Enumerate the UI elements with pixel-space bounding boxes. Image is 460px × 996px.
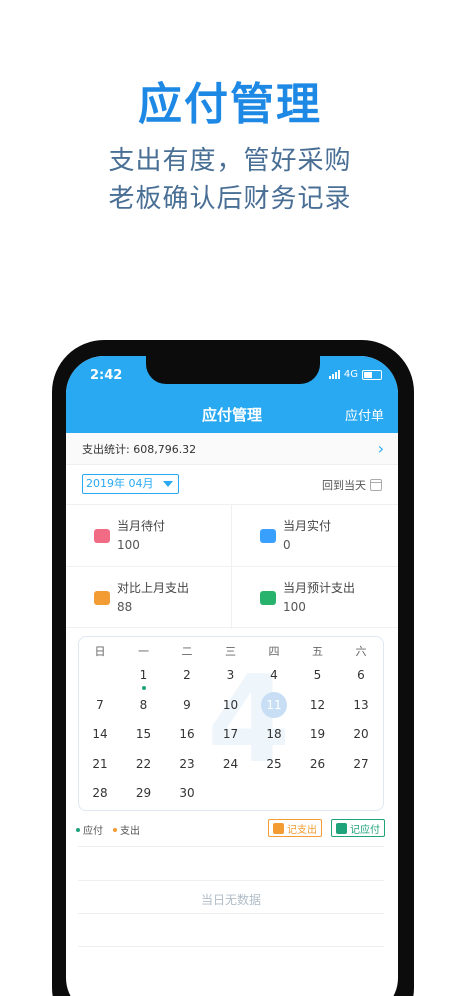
stat-label: 当月待付 xyxy=(117,519,166,533)
divider xyxy=(78,913,384,914)
cash-icon xyxy=(260,591,276,605)
calendar-day[interactable]: 24 xyxy=(216,752,246,776)
network-label: 4G xyxy=(343,369,358,380)
weekday-header: 三 xyxy=(225,645,236,658)
expense-summary-row[interactable]: 支出统计: 608,796.32 › xyxy=(66,433,398,465)
stat-expected-this-month[interactable]: 当月预计支出 100 xyxy=(232,567,398,629)
calendar-day[interactable]: 30 xyxy=(172,781,202,805)
calendar-day[interactable]: 18 xyxy=(259,722,289,746)
chevron-right-icon: › xyxy=(377,439,384,458)
signal-icon xyxy=(328,370,340,379)
calendar-day[interactable]: 9 xyxy=(172,693,202,717)
calendar-day[interactable]: 14 xyxy=(85,722,115,746)
calendar-day[interactable]: 27 xyxy=(346,752,376,776)
stat-label: 对比上月支出 xyxy=(117,581,190,595)
calendar-day[interactable]: 2 xyxy=(172,663,202,687)
calendar-day[interactable]: 17 xyxy=(216,722,246,746)
calendar-day[interactable]: 8 xyxy=(129,693,159,717)
wallet-icon xyxy=(94,529,110,543)
record-expense-button[interactable]: 记支出 xyxy=(268,819,322,837)
record-payable-label: 记应付 xyxy=(350,824,380,836)
weekday-header: 五 xyxy=(312,645,323,658)
calendar-day[interactable]: 26 xyxy=(303,752,333,776)
stat-value: 100 xyxy=(283,600,306,614)
alarm-clock-icon xyxy=(336,822,347,834)
calendar-icon xyxy=(370,479,382,491)
payable-marker-dot xyxy=(141,686,146,690)
hero-title: 应付管理 xyxy=(138,79,322,130)
money-bag-icon xyxy=(94,591,110,605)
stat-label: 当月预计支出 xyxy=(283,581,356,595)
weekday-header: 日 xyxy=(94,645,106,658)
calendar-day[interactable]: 13 xyxy=(346,693,376,717)
stat-paid-this-month[interactable]: 当月实付 0 xyxy=(232,505,398,567)
weekday-header: 六 xyxy=(355,645,367,658)
phone-notch xyxy=(146,356,320,384)
hero-subtitle-2: 老板确认后财务记录 xyxy=(108,184,352,214)
calendar-day[interactable]: 15 xyxy=(129,722,159,746)
record-expense-label: 记支出 xyxy=(287,824,317,836)
legend: 应付 支出 xyxy=(76,822,140,837)
calendar-day[interactable]: 3 xyxy=(216,663,246,687)
divider xyxy=(78,946,384,947)
calendar-day[interactable]: 25 xyxy=(259,752,289,776)
legend-expense-label: 支出 xyxy=(120,826,140,837)
calendar-day[interactable]: 5 xyxy=(303,663,333,687)
month-picker[interactable]: 2019年 04月 xyxy=(82,474,179,494)
calendar: 4 日一二三四五六 1 2 3 4 5 6 7 8 9 10 11 12 13 14 15 16 17 18 19 20… xyxy=(78,636,384,811)
expense-icon xyxy=(273,822,284,834)
payable-list-button[interactable]: 应付单 xyxy=(345,405,384,424)
stat-compare-last-month[interactable]: 对比上月支出 88 xyxy=(66,567,232,629)
calendar-day[interactable]: 7 xyxy=(85,693,115,717)
status-time: 2:42 xyxy=(90,368,123,383)
calendar-day[interactable]: 28 xyxy=(85,781,115,805)
calendar-day[interactable]: 4 xyxy=(259,663,289,687)
calendar-day[interactable]: 6 xyxy=(346,663,376,687)
record-payable-button[interactable]: 记应付 xyxy=(331,819,385,837)
calendar-day[interactable]: 12 xyxy=(303,693,333,717)
calendar-day[interactable]: 19 xyxy=(303,722,333,746)
expense-summary-label: 支出统计: 608,796.32 xyxy=(82,443,197,456)
weekday-header: 二 xyxy=(181,645,193,658)
calendar-day[interactable]: 11 xyxy=(259,691,289,718)
month-picker-value: 2019年 04月 xyxy=(86,477,154,490)
calendar-day[interactable]: 29 xyxy=(129,781,159,805)
legend-expense: 支出 xyxy=(113,822,140,837)
stat-value: 100 xyxy=(117,538,140,552)
stat-value: 0 xyxy=(283,538,291,552)
legend-payable: 应付 xyxy=(76,822,103,837)
calendar-day[interactable]: 1 xyxy=(129,663,159,687)
empty-state-text: 当日无数据 xyxy=(200,893,261,907)
calendar-day[interactable]: 16 xyxy=(172,722,202,746)
calendar-day[interactable]: 21 xyxy=(85,752,115,776)
back-to-today-label: 回到当天 xyxy=(322,479,366,492)
weekday-header: 四 xyxy=(268,645,280,658)
stats-grid: 当月待付 100 当月实付 0 对比上月支出 88 当月预计支出 100 xyxy=(66,504,398,629)
legend-dot xyxy=(76,827,80,832)
hero-subtitle-1: 支出有度，管好采购 xyxy=(108,146,352,176)
legend-payable-label: 应付 xyxy=(83,826,103,837)
legend-dot xyxy=(113,827,117,832)
back-to-today-button[interactable]: 回到当天 xyxy=(322,477,382,493)
calendar-day[interactable]: 20 xyxy=(346,722,376,746)
weekday-header: 一 xyxy=(138,645,149,658)
phone-screen: 2:42 4G 应付管理 应付单 支出统计: 608,796.32 › 2019… xyxy=(66,356,398,996)
stat-value: 88 xyxy=(117,600,133,614)
card-icon xyxy=(260,529,276,543)
calendar-day[interactable]: 23 xyxy=(172,752,202,776)
battery-icon xyxy=(362,369,382,380)
stat-pending-this-month[interactable]: 当月待付 100 xyxy=(66,505,232,567)
day-records-list: 当日无数据 xyxy=(78,846,384,986)
calendar-day[interactable]: 10 xyxy=(216,693,246,717)
status-indicators: 4G xyxy=(328,369,382,380)
stat-label: 当月实付 xyxy=(283,519,332,533)
calendar-day[interactable]: 22 xyxy=(129,752,159,776)
dropdown-triangle-icon xyxy=(163,481,173,487)
divider xyxy=(78,880,384,881)
